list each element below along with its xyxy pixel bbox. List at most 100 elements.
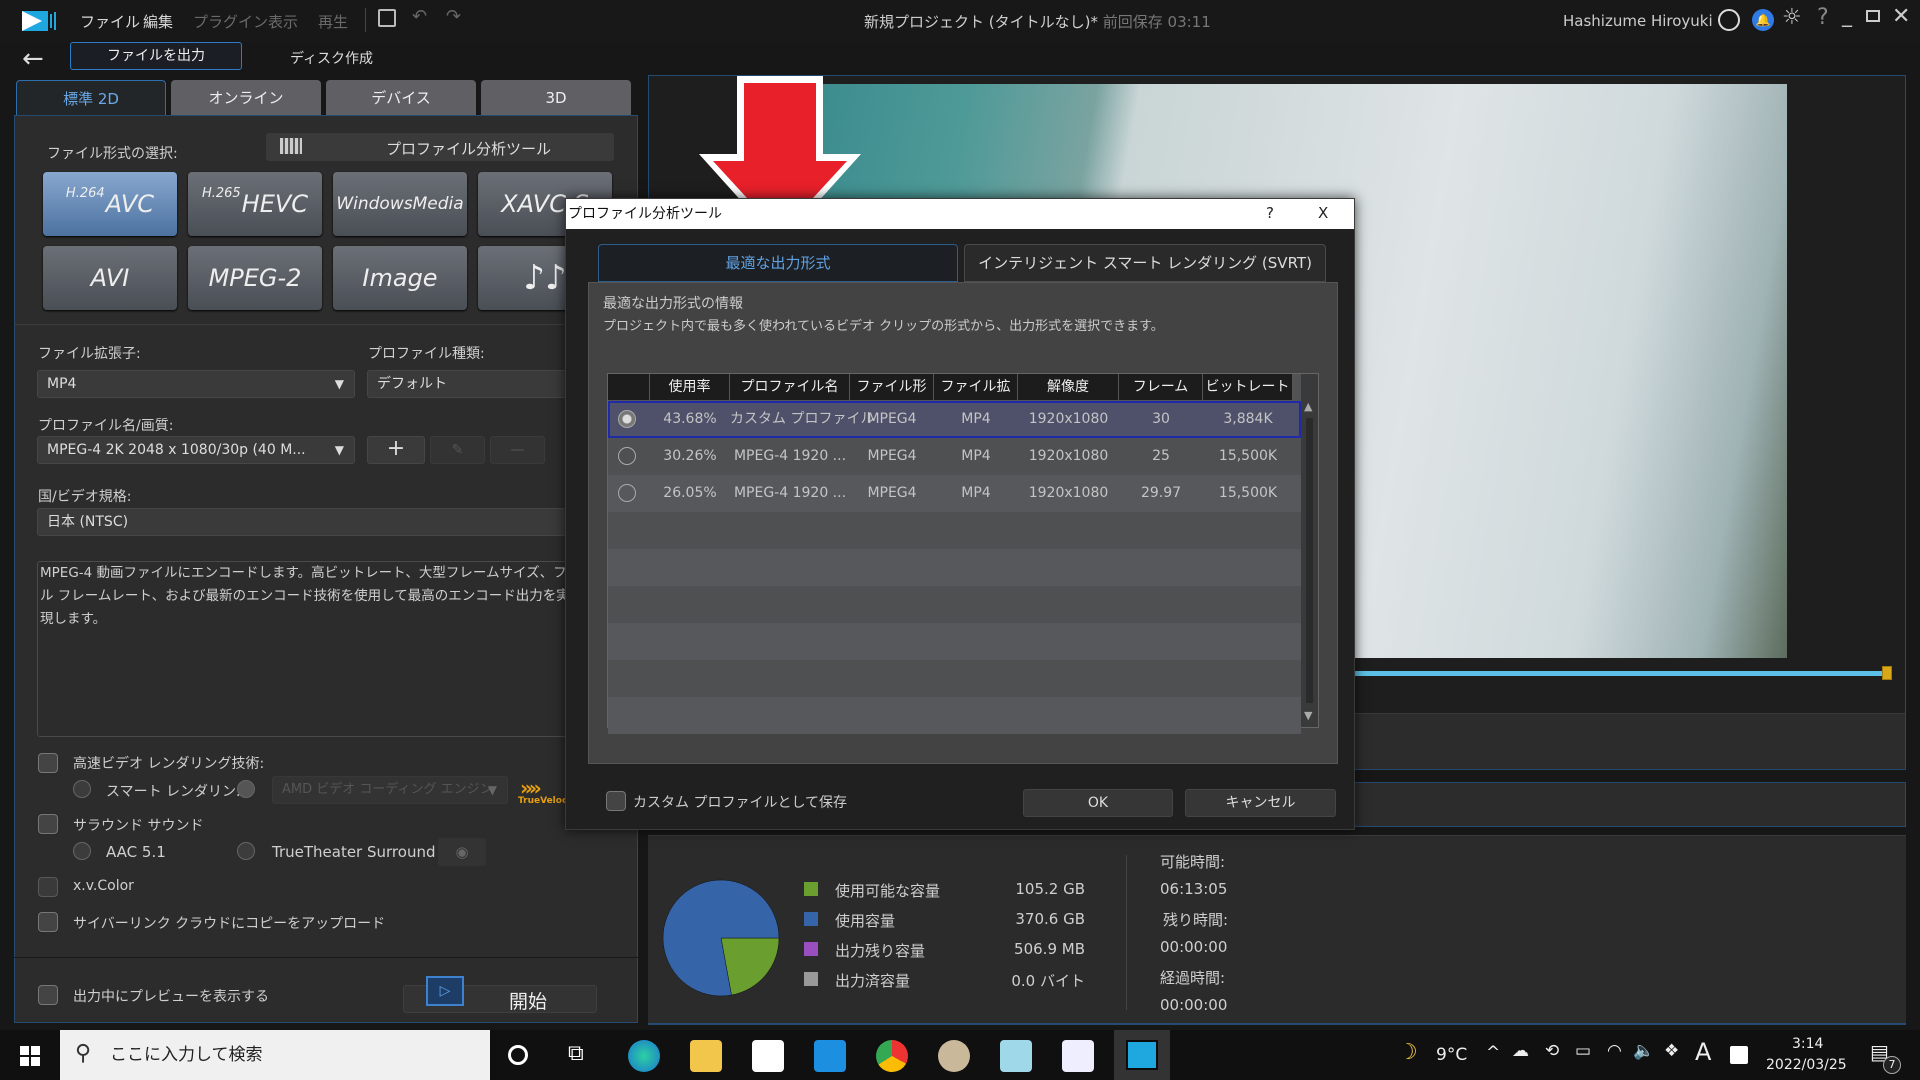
weather-moon-icon[interactable]: ☽ bbox=[1398, 1040, 1418, 1065]
surround-settings-icon[interactable]: ◉ bbox=[438, 838, 486, 866]
app-tray-icon[interactable] bbox=[1730, 1046, 1748, 1064]
column-header[interactable]: プロファイル名 bbox=[730, 374, 850, 400]
tab-device[interactable]: デバイス bbox=[326, 80, 476, 116]
remove-profile-button[interactable]: — bbox=[490, 436, 545, 464]
row-radio[interactable] bbox=[618, 484, 636, 502]
profile-tool-button[interactable]: プロファイル分析ツール bbox=[266, 133, 614, 161]
format-image-button[interactable]: Image bbox=[333, 246, 467, 310]
table-row[interactable]: 43.68% カスタム プロファイル MPEG4 MP4 1920x1080 30 3,88… bbox=[608, 401, 1301, 438]
profile-type-field[interactable]: デフォルト bbox=[367, 370, 567, 398]
scrollbar-track[interactable] bbox=[1306, 418, 1313, 703]
output-file-button[interactable]: ファイルを出力 bbox=[70, 42, 242, 70]
aac-radio[interactable] bbox=[73, 842, 91, 860]
tab-best-format[interactable]: 最適な出力形式 bbox=[598, 244, 958, 282]
fast-render-checkbox[interactable] bbox=[38, 753, 58, 773]
tab-online[interactable]: オンライン bbox=[171, 80, 321, 116]
smart-render-radio[interactable] bbox=[73, 780, 91, 798]
column-header[interactable]: フレーム bbox=[1119, 374, 1203, 400]
format-avc-button[interactable]: H.264 AVC bbox=[43, 172, 177, 236]
clock-date[interactable]: 2022/03/25 bbox=[1766, 1057, 1847, 1073]
edit-profile-pencil-icon[interactable]: ✎ bbox=[430, 436, 485, 464]
windows-start-icon[interactable] bbox=[20, 1046, 40, 1066]
surround-checkbox[interactable] bbox=[38, 814, 58, 834]
taskbar-search-input[interactable]: ここに入力して検索 bbox=[60, 1030, 490, 1080]
format-hevc-button[interactable]: H.265 HEVC bbox=[188, 172, 322, 236]
column-header[interactable]: 使用率 bbox=[650, 374, 730, 400]
onedrive-icon[interactable]: ☁ bbox=[1512, 1041, 1529, 1061]
edge-icon[interactable] bbox=[628, 1040, 660, 1072]
file-explorer-icon[interactable] bbox=[690, 1040, 722, 1072]
paint-icon[interactable] bbox=[938, 1040, 970, 1072]
menu-playback[interactable]: 再生 bbox=[318, 11, 348, 32]
column-header[interactable]: ファイル拡張子 bbox=[934, 374, 1018, 421]
format-avi-button[interactable]: AVI bbox=[43, 246, 177, 310]
dropbox-icon[interactable]: ❖ bbox=[1664, 1041, 1679, 1061]
profile-name-dropdown[interactable]: MPEG-4 2K 2048 x 1080/30p (40 M... ▼ bbox=[37, 436, 355, 464]
ext-dropdown[interactable]: MP4 ▼ bbox=[37, 370, 355, 398]
cancel-button[interactable]: キャンセル bbox=[1185, 789, 1336, 817]
gear-icon[interactable]: ☼ bbox=[1782, 5, 1802, 30]
scroll-down-icon[interactable]: ▼ bbox=[1304, 709, 1312, 722]
start-button[interactable]: ▷ 開始 bbox=[403, 976, 597, 1013]
redo-icon[interactable]: ↷ bbox=[446, 6, 461, 27]
disc-create-button[interactable]: ディスク作成 bbox=[290, 48, 373, 68]
scrollbar[interactable]: ▲ ▼ bbox=[1301, 374, 1318, 727]
tab-standard-2d[interactable]: 標準 2D bbox=[16, 80, 166, 116]
column-header[interactable]: ビットレート bbox=[1203, 374, 1293, 400]
tab-3d[interactable]: 3D bbox=[481, 80, 631, 116]
volume-icon[interactable]: 🔈 bbox=[1633, 1041, 1654, 1061]
hw-engine-dropdown[interactable]: AMD ビデオ コーディング エンジン ▼ bbox=[272, 776, 508, 804]
table-row[interactable]: 30.26% MPEG-4 1920 ... MPEG4 MP4 1920x1080 25… bbox=[608, 438, 1301, 475]
minimize-icon[interactable]: _ bbox=[1842, 3, 1852, 27]
task-view-icon[interactable]: ⧉ bbox=[568, 1041, 584, 1066]
bell-icon[interactable]: 🔔 bbox=[1752, 9, 1774, 31]
scroll-up-icon[interactable]: ▲ bbox=[1304, 400, 1312, 413]
wifi-icon[interactable]: ◠ bbox=[1607, 1041, 1622, 1061]
close-icon[interactable]: X bbox=[1318, 204, 1328, 222]
xvcolor-checkbox[interactable] bbox=[38, 877, 58, 897]
truetheater-radio[interactable] bbox=[237, 842, 255, 860]
help-icon[interactable]: ? bbox=[1817, 5, 1829, 30]
chrome-icon[interactable] bbox=[876, 1040, 908, 1072]
sync-icon[interactable]: ⟲ bbox=[1545, 1041, 1559, 1061]
clock-time[interactable]: 3:14 bbox=[1792, 1036, 1823, 1052]
progress-handle[interactable] bbox=[1882, 666, 1892, 680]
undo-icon[interactable]: ↶ bbox=[412, 6, 427, 27]
store-icon[interactable] bbox=[752, 1040, 784, 1072]
battery-icon[interactable]: ▭ bbox=[1575, 1041, 1591, 1061]
menu-view[interactable]: 表示 bbox=[268, 11, 298, 32]
chevron-up-icon[interactable]: ^ bbox=[1486, 1043, 1500, 1063]
menu-edit[interactable]: 編集 bbox=[143, 11, 173, 32]
row-radio[interactable] bbox=[618, 447, 636, 465]
column-header[interactable]: 解像度 bbox=[1018, 374, 1119, 400]
ime-indicator[interactable]: A bbox=[1695, 1038, 1711, 1066]
menu-plugin[interactable]: プラグイン bbox=[193, 11, 268, 32]
close-icon[interactable]: ✕ bbox=[1892, 4, 1910, 29]
table-row[interactable]: 26.05% MPEG-4 1920 ... MPEG4 MP4 1920x1080 29… bbox=[608, 475, 1301, 512]
ok-button[interactable]: OK bbox=[1023, 789, 1173, 817]
add-profile-button[interactable]: + bbox=[367, 436, 425, 464]
weather-temp[interactable]: 9°C bbox=[1436, 1045, 1467, 1065]
save-custom-checkbox[interactable] bbox=[606, 791, 626, 811]
tab-svrt[interactable]: インテリジェント スマート レンダリング (SVRT) bbox=[964, 244, 1326, 282]
arrow-left-icon[interactable]: ← bbox=[22, 44, 44, 74]
account-icon[interactable] bbox=[1718, 9, 1740, 31]
help-icon[interactable]: ? bbox=[1266, 204, 1274, 222]
preview-on-output-checkbox[interactable] bbox=[38, 985, 58, 1005]
restore-icon[interactable] bbox=[1866, 10, 1880, 22]
column-header[interactable] bbox=[608, 374, 650, 400]
country-field[interactable]: 日本 (NTSC) bbox=[37, 508, 577, 536]
app-icon[interactable] bbox=[1062, 1040, 1094, 1072]
powerdirector-taskbar-button[interactable] bbox=[1114, 1030, 1170, 1080]
format-mpeg2-button[interactable]: MPEG-2 bbox=[188, 246, 322, 310]
notepad-icon[interactable] bbox=[1000, 1040, 1032, 1072]
mail-icon[interactable] bbox=[814, 1040, 846, 1072]
column-header[interactable]: ファイル形式 bbox=[850, 374, 934, 421]
hw-engine-radio[interactable] bbox=[237, 780, 255, 798]
format-wmv-button[interactable]: WindowsMedia bbox=[333, 172, 467, 236]
cloud-upload-checkbox[interactable] bbox=[38, 912, 58, 932]
menu-file[interactable]: ファイル bbox=[80, 11, 140, 32]
row-radio[interactable] bbox=[618, 410, 636, 428]
save-icon[interactable] bbox=[378, 9, 396, 27]
cortana-icon[interactable] bbox=[508, 1045, 528, 1065]
